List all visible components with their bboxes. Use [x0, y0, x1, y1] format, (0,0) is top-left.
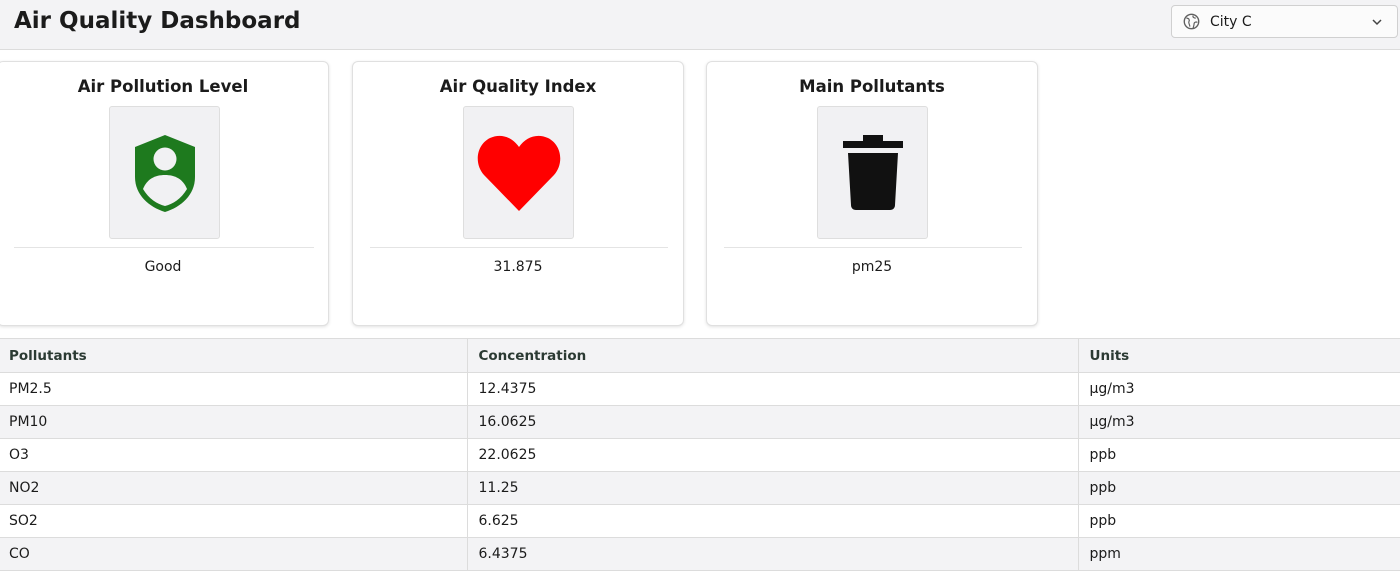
trash-icon: [842, 134, 903, 210]
concentration-cell: 16.0625: [466, 405, 1078, 439]
card-divider: [14, 247, 314, 248]
city-select[interactable]: City C: [1171, 5, 1398, 38]
table-row[interactable]: PM2.5 12.4375 µg/m3: [0, 372, 1400, 406]
chevron-down-icon: [1372, 18, 1382, 25]
table-row[interactable]: PM10 16.0625 µg/m3: [0, 405, 1400, 439]
globe-icon: [1183, 13, 1200, 30]
pollutant-cell: PM10: [0, 405, 467, 439]
pollutants-table: Pollutants Concentration Units PM2.5 12.…: [0, 338, 1400, 571]
units-cell: µg/m3: [1077, 405, 1400, 439]
icon-tile: [463, 106, 574, 239]
column-header-units[interactable]: Units: [1077, 338, 1400, 373]
pollution-level-card: Air Pollution Level Good: [0, 61, 329, 326]
pollutant-cell: CO: [0, 537, 467, 571]
concentration-cell: 22.0625: [466, 438, 1078, 472]
aqi-value: 31.875: [493, 259, 543, 275]
table-row[interactable]: SO2 6.625 ppb: [0, 504, 1400, 538]
units-cell: ppb: [1077, 504, 1400, 538]
app-header: Air Quality Dashboard City C: [0, 0, 1400, 50]
card-title: Air Pollution Level: [77, 77, 249, 96]
units-cell: ppm: [1077, 537, 1400, 571]
table-row[interactable]: NO2 11.25 ppb: [0, 471, 1400, 505]
concentration-cell: 12.4375: [466, 372, 1078, 406]
card-title: Air Quality Index: [439, 77, 597, 96]
shield-person-icon: [134, 134, 195, 212]
pollutant-cell: O3: [0, 438, 467, 472]
pollutant-cell: SO2: [0, 504, 467, 538]
pollutant-cell: NO2: [0, 471, 467, 505]
main-pollutant-value: pm25: [851, 259, 893, 275]
concentration-cell: 11.25: [466, 471, 1078, 505]
pollution-level-value: Good: [144, 259, 182, 275]
air-quality-index-card: Air Quality Index 31.875: [352, 61, 684, 326]
table-row[interactable]: O3 22.0625 ppb: [0, 438, 1400, 472]
table-row[interactable]: CO 6.4375 ppm: [0, 537, 1400, 571]
column-header-concentration[interactable]: Concentration: [466, 338, 1078, 373]
concentration-cell: 6.625: [466, 504, 1078, 538]
card-divider: [370, 247, 668, 248]
card-title: Main Pollutants: [799, 77, 945, 96]
page-title: Air Quality Dashboard: [14, 8, 301, 34]
table-header-row: Pollutants Concentration Units: [0, 338, 1400, 373]
icon-tile: [817, 106, 928, 239]
heart-icon: [477, 135, 560, 211]
icon-tile: [109, 106, 220, 239]
main-pollutants-card: Main Pollutants pm25: [706, 61, 1038, 326]
city-select-value: City C: [1210, 13, 1252, 30]
units-cell: ppb: [1077, 438, 1400, 472]
units-cell: ppb: [1077, 471, 1400, 505]
units-cell: µg/m3: [1077, 372, 1400, 406]
concentration-cell: 6.4375: [466, 537, 1078, 571]
pollutant-cell: PM2.5: [0, 372, 467, 406]
card-divider: [724, 247, 1022, 248]
column-header-pollutants[interactable]: Pollutants: [0, 338, 467, 373]
